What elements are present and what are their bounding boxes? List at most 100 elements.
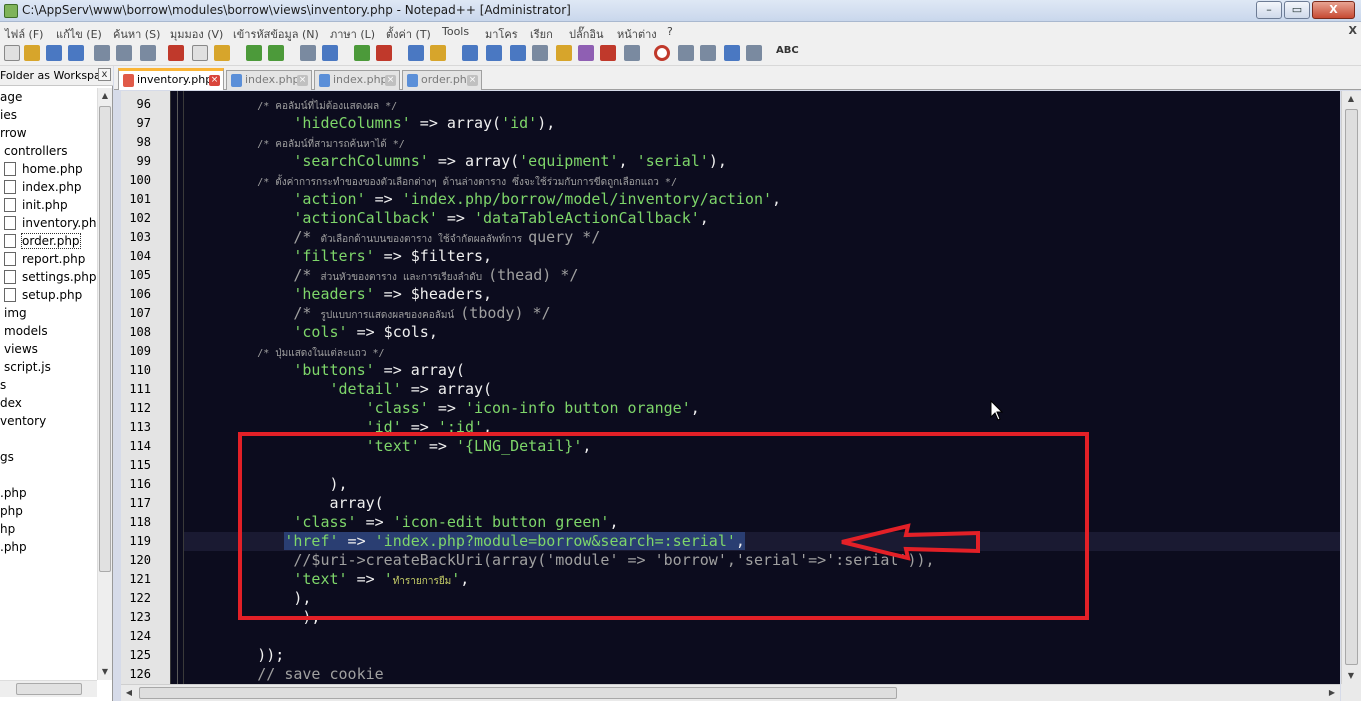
code-line[interactable]: /* ปุ่มแสดงในแต่ละแถว */: [185, 342, 384, 361]
tree-folder-item[interactable]: script.js: [4, 358, 51, 376]
tree-folder-item[interactable]: age: [0, 88, 22, 106]
code-line[interactable]: // save cookie: [185, 665, 383, 684]
tree-folder-item[interactable]: php: [0, 502, 23, 520]
tree-file-item[interactable]: setup.php: [4, 286, 82, 304]
scroll-thumb[interactable]: [16, 683, 82, 695]
tree-file-item[interactable]: settings.php: [4, 268, 96, 286]
tab-close-icon[interactable]: ×: [209, 75, 220, 86]
tree-folder-item[interactable]: views: [4, 340, 38, 358]
tab-inventory-php[interactable]: inventory.php ×: [118, 68, 224, 90]
tree-vertical-scrollbar[interactable]: ▲ ▼: [97, 88, 112, 680]
zoom-in-icon[interactable]: [354, 45, 370, 61]
tab-close-icon[interactable]: ×: [467, 75, 478, 86]
tree-file-item[interactable]: init.php: [4, 196, 68, 214]
tab-index-php[interactable]: index.php ×: [314, 70, 400, 90]
menu-macro[interactable]: มาโคร: [485, 25, 518, 43]
menu-view[interactable]: มุมมอง (V): [170, 25, 223, 43]
maximize-button[interactable]: ▭: [1284, 1, 1310, 19]
menu-edit[interactable]: แก้ไข (E): [56, 25, 102, 43]
scroll-up-icon[interactable]: ▲: [1342, 91, 1360, 107]
scroll-right-icon[interactable]: ▶: [1324, 685, 1340, 701]
scroll-thumb[interactable]: [1345, 109, 1358, 665]
editor-horizontal-scrollbar[interactable]: ◀ ▶: [121, 684, 1340, 701]
code-line[interactable]: /* คอลัมน์ที่ไม่ต้องแสดงผล */: [185, 95, 397, 114]
close-button[interactable]: X: [1312, 1, 1355, 19]
code-line[interactable]: 'class' => 'icon-info button orange',: [185, 399, 700, 418]
tree-file-item[interactable]: index.php: [4, 178, 81, 196]
menu-tools[interactable]: Tools: [442, 25, 469, 38]
code-line[interactable]: 'actionCallback' => 'dataTableActionCall…: [185, 209, 708, 228]
cut-icon[interactable]: [168, 45, 184, 61]
monitoring-icon[interactable]: [600, 45, 616, 61]
word-wrap-icon[interactable]: [462, 45, 478, 61]
tab-close-icon[interactable]: ×: [297, 75, 308, 86]
menu-language[interactable]: ภาษา (L): [330, 25, 375, 43]
scroll-thumb[interactable]: [99, 106, 111, 572]
tree-folder-item[interactable]: s: [0, 376, 6, 394]
code-line[interactable]: 'detail' => array(: [185, 380, 493, 399]
save-all-icon[interactable]: [68, 45, 84, 61]
menu-run[interactable]: เรียก: [530, 25, 553, 43]
doc-map-icon[interactable]: [532, 45, 548, 61]
menu-window[interactable]: หน้าต่าง: [617, 25, 657, 43]
tree-file-item[interactable]: report.php: [4, 250, 85, 268]
new-file-icon[interactable]: [4, 45, 20, 61]
print-icon[interactable]: [140, 45, 156, 61]
tree-folder-item[interactable]: ventory: [0, 412, 46, 430]
tree-file-item[interactable]: inventory.php: [4, 214, 96, 232]
tree-file-item[interactable]: order.php: [4, 232, 81, 250]
code-line[interactable]: /* รูปแบบการแสดงผลของคอลัมน์ (tbody) */: [185, 304, 550, 323]
tree-folder-item[interactable]: ies: [0, 106, 17, 124]
function-list-icon[interactable]: [556, 45, 572, 61]
close-all-icon[interactable]: [116, 45, 132, 61]
tree-file-item[interactable]: home.php: [4, 160, 83, 178]
tree-folder-item[interactable]: rrow: [0, 124, 27, 142]
sync-h-icon[interactable]: [430, 45, 446, 61]
stop-macro-icon[interactable]: [678, 45, 694, 61]
tab-index-php[interactable]: index.php ×: [226, 70, 312, 90]
tree-folder-item[interactable]: dex: [0, 394, 22, 412]
close-file-icon[interactable]: [94, 45, 110, 61]
tree-folder-item[interactable]: models: [4, 322, 48, 340]
redo-icon[interactable]: [268, 45, 284, 61]
zoom-out-icon[interactable]: [376, 45, 392, 61]
record-macro-icon[interactable]: [654, 45, 670, 61]
code-line[interactable]: 'action' => 'index.php/borrow/model/inve…: [185, 190, 781, 209]
fold-margin[interactable]: [170, 91, 184, 684]
indent-guide-icon[interactable]: [510, 45, 526, 61]
scroll-up-icon[interactable]: ▲: [98, 88, 112, 104]
copy-icon[interactable]: [192, 45, 208, 61]
scroll-thumb[interactable]: [139, 687, 897, 699]
tree-folder-item[interactable]: img: [4, 304, 27, 322]
code-line[interactable]: 'headers' => $headers,: [185, 285, 492, 304]
save-macro-icon[interactable]: [746, 45, 762, 61]
menu-plugins[interactable]: ปลั๊กอิน: [569, 25, 604, 43]
close-document-icon[interactable]: X: [1349, 24, 1357, 37]
tree-folder-item[interactable]: hp: [0, 520, 15, 538]
menu-search[interactable]: ค้นหา (S): [113, 25, 160, 43]
panel-close-icon[interactable]: x: [98, 68, 111, 81]
scroll-down-icon[interactable]: ▼: [98, 664, 112, 680]
eye-icon[interactable]: [624, 45, 640, 61]
scroll-down-icon[interactable]: ▼: [1342, 668, 1360, 684]
play-macro-icon[interactable]: [700, 45, 716, 61]
tab-close-icon[interactable]: ×: [385, 75, 396, 86]
menu-file[interactable]: ไฟล์ (F): [5, 25, 43, 43]
scroll-left-icon[interactable]: ◀: [121, 685, 137, 701]
code-line[interactable]: 'cols' => $cols,: [185, 323, 438, 342]
run-macro-multiple-icon[interactable]: [724, 45, 740, 61]
tree-folder-item[interactable]: controllers: [4, 142, 68, 160]
replace-icon[interactable]: [322, 45, 338, 61]
minimize-button[interactable]: –: [1256, 1, 1282, 19]
code-line[interactable]: /* คอลัมน์ที่สามารถค้นหาได้ */: [185, 133, 405, 152]
code-line[interactable]: ));: [185, 646, 284, 665]
tab-order-php[interactable]: order.php ×: [402, 70, 482, 90]
tree-folder-item[interactable]: gs: [0, 448, 14, 466]
menu-settings[interactable]: ตั้งค่า (T): [386, 25, 431, 43]
show-all-chars-icon[interactable]: [486, 45, 502, 61]
save-icon[interactable]: [46, 45, 62, 61]
tree-folder-item[interactable]: .php: [0, 538, 27, 556]
code-line[interactable]: /* ตั้งค่าการกระทำของของตัวเลือกต่างๆ ด้…: [185, 171, 677, 190]
code-line[interactable]: 'filters' => $filters,: [185, 247, 492, 266]
undo-icon[interactable]: [246, 45, 262, 61]
